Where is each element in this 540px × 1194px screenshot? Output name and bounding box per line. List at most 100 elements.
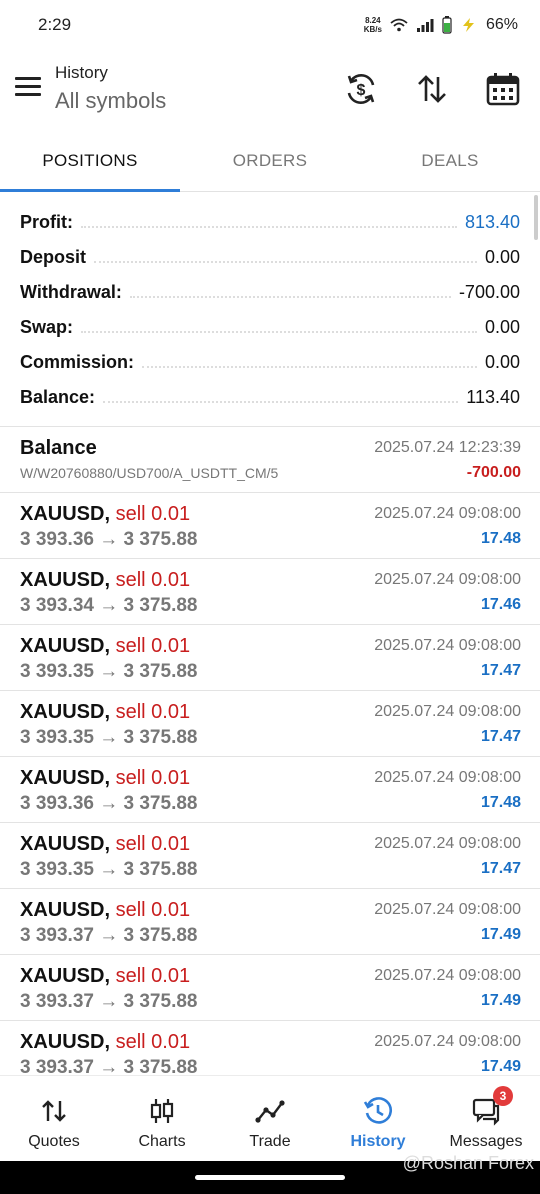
network-speed-unit: KB/s (363, 25, 382, 34)
nav-trade[interactable]: Trade (216, 1076, 324, 1161)
symbol-name: XAUUSD, (20, 767, 111, 789)
order-type: sell 0.01 (115, 503, 191, 525)
position-symbol: XAUUSD, sell 0.01 (20, 767, 190, 790)
symbol-name: XAUUSD, (20, 833, 111, 855)
app-bar: History All symbols $ (0, 55, 540, 135)
nav-history[interactable]: History (324, 1076, 432, 1161)
status-icons: 8.24 KB/s 66% (364, 16, 518, 34)
price-range: 3 393.36 → 3 375.88 (20, 793, 198, 814)
currency-exchange-icon[interactable]: $ (343, 71, 379, 107)
row-time: 2025.07.24 09:08:00 (374, 967, 521, 984)
summary-label: Commission: (20, 352, 143, 373)
page-title[interactable]: All symbols (55, 88, 166, 114)
nav-charts[interactable]: Charts (108, 1076, 216, 1161)
price-range: 3 393.37 → 3 375.88 (20, 925, 198, 946)
position-symbol: XAUUSD, sell 0.01 (20, 1031, 190, 1054)
sort-icon[interactable] (414, 71, 450, 107)
price-range: 3 393.37 → 3 375.88 (20, 991, 198, 1012)
nav-label: Trade (249, 1133, 291, 1150)
status-time: 2:29 (38, 15, 72, 34)
tab-orders[interactable]: ORDERS (180, 140, 360, 191)
position-profit: 17.47 (480, 728, 521, 745)
order-type: sell 0.01 (115, 965, 191, 987)
symbol-name: XAUUSD, (20, 635, 111, 657)
summary-value: 813.40 (456, 212, 520, 233)
active-tab-indicator (0, 189, 180, 192)
order-type: sell 0.01 (115, 833, 191, 855)
balance-row[interactable]: Balance W/W20760880/USD700/A_USDTT_CM/5 … (0, 427, 540, 493)
symbol-name: XAUUSD, (20, 1031, 111, 1053)
charging-icon (462, 18, 474, 32)
home-gesture-handle[interactable] (195, 1175, 345, 1180)
symbol-name: XAUUSD, (20, 899, 111, 921)
row-time: 2025.07.24 09:08:00 (374, 571, 521, 588)
row-time: 2025.07.24 09:08:00 (374, 1033, 521, 1050)
summary-row-commission: Commission: 0.00 (0, 345, 540, 380)
summary-value: 113.40 (458, 387, 520, 408)
order-type: sell 0.01 (115, 899, 191, 921)
position-profit: 17.48 (480, 794, 521, 811)
row-time: 2025.07.24 12:23:39 (374, 439, 521, 456)
position-row[interactable]: XAUUSD, sell 0.01 3 393.35 → 3 375.88 2025… (0, 823, 540, 889)
symbol-name: XAUUSD, (20, 503, 111, 525)
position-row[interactable]: XAUUSD, sell 0.01 3 393.36 → 3 375.88 2025… (0, 493, 540, 559)
history-list[interactable]: Balance W/W20760880/USD700/A_USDTT_CM/5 … (0, 427, 540, 1087)
watermark: @Roshan Forex (402, 1153, 534, 1173)
position-profit: 17.49 (480, 1058, 521, 1075)
price-range: 3 393.36 → 3 375.88 (20, 529, 198, 550)
position-symbol: XAUUSD, sell 0.01 (20, 503, 190, 526)
balance-amount: -700.00 (466, 464, 521, 481)
nav-label: History (350, 1133, 406, 1150)
position-symbol: XAUUSD, sell 0.01 (20, 965, 190, 988)
position-row[interactable]: XAUUSD, sell 0.01 3 393.37 → 3 375.88 2025… (0, 955, 540, 1021)
summary-value: 0.00 (476, 247, 520, 268)
price-range: 3 393.35 → 3 375.88 (20, 859, 198, 880)
tab-positions[interactable]: POSITIONS (0, 140, 180, 191)
position-row[interactable]: XAUUSD, sell 0.01 3 393.35 → 3 375.88 2025… (0, 691, 540, 757)
bottom-nav: Quotes Charts Trade History 3 Messages (0, 1075, 540, 1161)
nav-messages[interactable]: 3 Messages (432, 1076, 540, 1161)
summary-row-swap: Swap: 0.00 (0, 310, 540, 345)
price-range: 3 393.34 → 3 375.88 (20, 595, 198, 616)
tab-bar: POSITIONS ORDERS DEALS (0, 140, 540, 192)
order-type: sell 0.01 (115, 569, 191, 591)
row-time: 2025.07.24 09:08:00 (374, 505, 521, 522)
position-row[interactable]: XAUUSD, sell 0.01 3 393.35 → 3 375.88 2025… (0, 625, 540, 691)
order-type: sell 0.01 (115, 1031, 191, 1053)
position-row[interactable]: XAUUSD, sell 0.01 3 393.37 → 3 375.88 2025… (0, 889, 540, 955)
history-icon (363, 1097, 392, 1124)
order-type: sell 0.01 (115, 635, 191, 657)
summary-row-balance: Balance: 113.40 (0, 380, 540, 415)
summary-value: -700.00 (450, 282, 520, 303)
position-symbol: XAUUSD, sell 0.01 (20, 701, 190, 724)
quotes-icon (42, 1100, 66, 1122)
position-row[interactable]: XAUUSD, sell 0.01 3 393.36 → 3 375.88 2025… (0, 757, 540, 823)
calendar-icon[interactable] (485, 71, 521, 107)
row-time: 2025.07.24 09:08:00 (374, 769, 521, 786)
balance-comment: W/W20760880/USD700/A_USDTT_CM/5 (20, 465, 279, 481)
symbol-name: XAUUSD, (20, 569, 111, 591)
order-type: sell 0.01 (115, 767, 191, 789)
position-profit: 17.48 (480, 530, 521, 547)
charts-icon (150, 1099, 174, 1123)
nav-label: Messages (449, 1133, 523, 1150)
summary-label: Withdrawal: (20, 282, 130, 303)
tab-deals[interactable]: DEALS (360, 140, 540, 191)
page-subtitle: History (55, 63, 108, 82)
menu-icon[interactable] (15, 77, 41, 97)
position-row[interactable]: XAUUSD, sell 0.01 3 393.34 → 3 375.88 2025… (0, 559, 540, 625)
position-profit: 17.46 (480, 596, 521, 613)
battery-percent: 66% (485, 16, 518, 33)
nav-quotes[interactable]: Quotes (0, 1076, 108, 1161)
nav-label: Charts (138, 1133, 186, 1150)
signal-icon (416, 19, 434, 32)
symbol-name: XAUUSD, (20, 965, 111, 987)
row-time: 2025.07.24 09:08:00 (374, 637, 521, 654)
summary-label: Swap: (20, 317, 82, 338)
row-time: 2025.07.24 09:08:00 (374, 703, 521, 720)
summary-label: Deposit (20, 247, 95, 268)
position-profit: 17.47 (480, 662, 521, 679)
message-count-badge: 3 (493, 1086, 513, 1106)
position-profit: 17.49 (480, 926, 521, 943)
trade-icon (255, 1100, 285, 1123)
